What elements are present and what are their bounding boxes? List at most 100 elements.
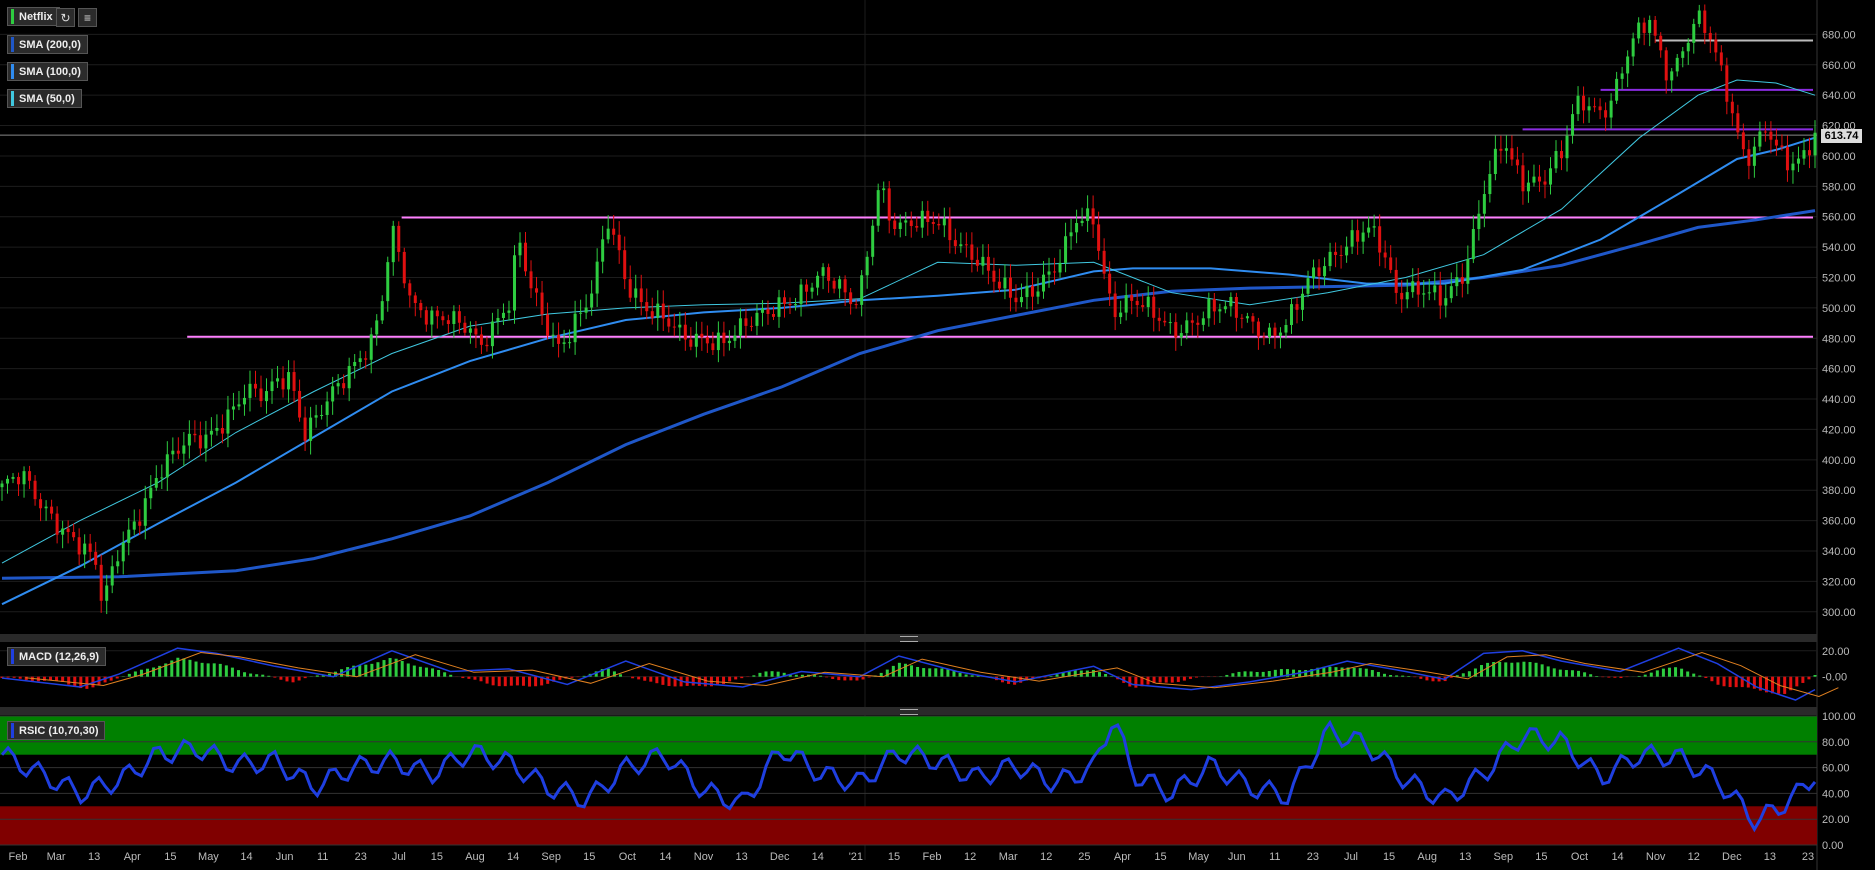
macd-histogram-bar (1364, 668, 1368, 677)
candle-body (573, 313, 577, 343)
candle-body (1212, 298, 1216, 312)
candle-body (667, 318, 671, 327)
macd-histogram-bar (1583, 672, 1587, 677)
macd-histogram-bar (1655, 670, 1659, 677)
candle-body (33, 480, 37, 500)
candle-body (838, 279, 842, 289)
macd-histogram-bar (776, 671, 780, 677)
price-tick-label: 640.00 (1822, 90, 1856, 102)
legend-sma100[interactable]: SMA (100,0) (7, 62, 88, 81)
macd-histogram-bar (443, 672, 447, 677)
candle-body (248, 383, 252, 398)
price-tick-label: 560.00 (1822, 212, 1856, 224)
macd-pane-divider[interactable] (0, 634, 1817, 642)
candle-body (1455, 277, 1459, 287)
candle-body (116, 561, 120, 567)
macd-histogram-bar (1273, 669, 1277, 677)
macd-histogram-bar (182, 658, 186, 677)
candle-body (727, 340, 731, 344)
macd-histogram-bar (431, 668, 435, 677)
macd-histogram-bar (1255, 672, 1259, 677)
chart-canvas[interactable]: 300.00 320.00 340.00 360.00 380.00 400.00 420.… (0, 0, 1875, 870)
macd-histogram-bar (922, 668, 926, 677)
macd-histogram-bar (819, 675, 823, 677)
time-tick-label: 13 (1459, 851, 1471, 863)
candle-body (1675, 57, 1679, 72)
candle-body (634, 288, 638, 298)
legend-sma50[interactable]: SMA (50,0) (7, 89, 82, 108)
candle-body (716, 332, 720, 351)
candle-body (1703, 10, 1707, 33)
legend-macd[interactable]: MACD (12,26,9) (7, 647, 107, 666)
candle-body (590, 293, 594, 308)
macd-histogram-bar (1073, 670, 1077, 677)
macd-histogram-bar (115, 676, 119, 679)
macd-histogram-bar (473, 676, 477, 680)
candle-body (1725, 65, 1729, 102)
candle-body (915, 226, 919, 228)
candle-body (265, 391, 269, 402)
candle-body (1433, 285, 1437, 293)
macd-histogram-bar (249, 673, 253, 677)
candle-body (220, 428, 224, 434)
candle-body (816, 275, 820, 288)
macd-histogram-bar (1722, 676, 1726, 687)
candle-body (1642, 22, 1646, 33)
macd-histogram-bar (970, 675, 974, 677)
candle-body (397, 225, 401, 252)
sma100-line (1, 136, 1816, 606)
macd-histogram-bar (67, 676, 71, 685)
rsi-pane-divider[interactable] (0, 707, 1817, 715)
candle-body (970, 244, 974, 260)
refresh-icon[interactable]: ↻ (56, 8, 75, 27)
candle-body (1686, 42, 1690, 52)
candle-body (1256, 321, 1260, 337)
macd-histogram-bar (1783, 676, 1787, 694)
macd-label: MACD (12,26,9) (19, 650, 100, 663)
candle-body (1488, 174, 1492, 195)
price-tick-label: 660.00 (1822, 60, 1856, 72)
resize-grip-icon[interactable] (900, 709, 918, 715)
macd-histogram-bar (412, 665, 416, 677)
price-tick-label: 360.00 (1822, 516, 1856, 528)
macd-histogram-bar (758, 672, 762, 677)
macd-histogram-bar (1352, 667, 1356, 677)
macd-histogram-bar (1680, 668, 1684, 677)
macd-histogram-bar (1734, 676, 1738, 688)
candle-body (424, 310, 428, 325)
candle-body (336, 383, 340, 387)
macd-histogram-bar (1667, 667, 1671, 677)
macd-histogram-bar (1134, 676, 1138, 688)
macd-histogram-bar (1328, 666, 1332, 677)
indicator-settings-icon[interactable]: ≡ (78, 8, 97, 27)
symbol-tab[interactable]: Netflix (7, 7, 60, 26)
candle-body (1306, 278, 1310, 294)
candle-body (1030, 285, 1034, 297)
macd-histogram-bar (1728, 676, 1732, 688)
legend-rsi[interactable]: RSIC (10,70,30) (7, 721, 106, 740)
time-tick-label: 13 (735, 851, 747, 863)
candlesticks (0, 4, 1817, 615)
candle-body (430, 310, 434, 325)
sma200-swatch (11, 37, 14, 52)
macd-histogram-bar (843, 676, 847, 681)
macd-histogram-bar (497, 676, 501, 687)
resize-grip-icon[interactable] (900, 636, 918, 642)
macd-histogram-bar (1686, 671, 1690, 677)
legend-sma200[interactable]: SMA (200,0) (7, 35, 88, 54)
time-tick-label: Nov (694, 851, 714, 863)
price-axis: 300.00 320.00 340.00 360.00 380.00 400.00 420.… (1822, 29, 1856, 618)
price-tick-label: 340.00 (1822, 546, 1856, 558)
macd-histogram-bar (1510, 662, 1514, 677)
candle-body (1207, 298, 1211, 319)
macd-histogram-bar (152, 667, 156, 677)
time-tick-label: Sep (541, 851, 561, 863)
macd-histogram-bar (1195, 676, 1199, 678)
macd-histogram-bar (1801, 676, 1805, 683)
macd-histogram-bar (1425, 676, 1429, 681)
candle-body (1003, 277, 1007, 289)
candle-body (1438, 285, 1442, 306)
macd-histogram-bar (528, 676, 532, 687)
time-tick-label: 15 (431, 851, 443, 863)
macd-histogram-bar (558, 676, 562, 680)
